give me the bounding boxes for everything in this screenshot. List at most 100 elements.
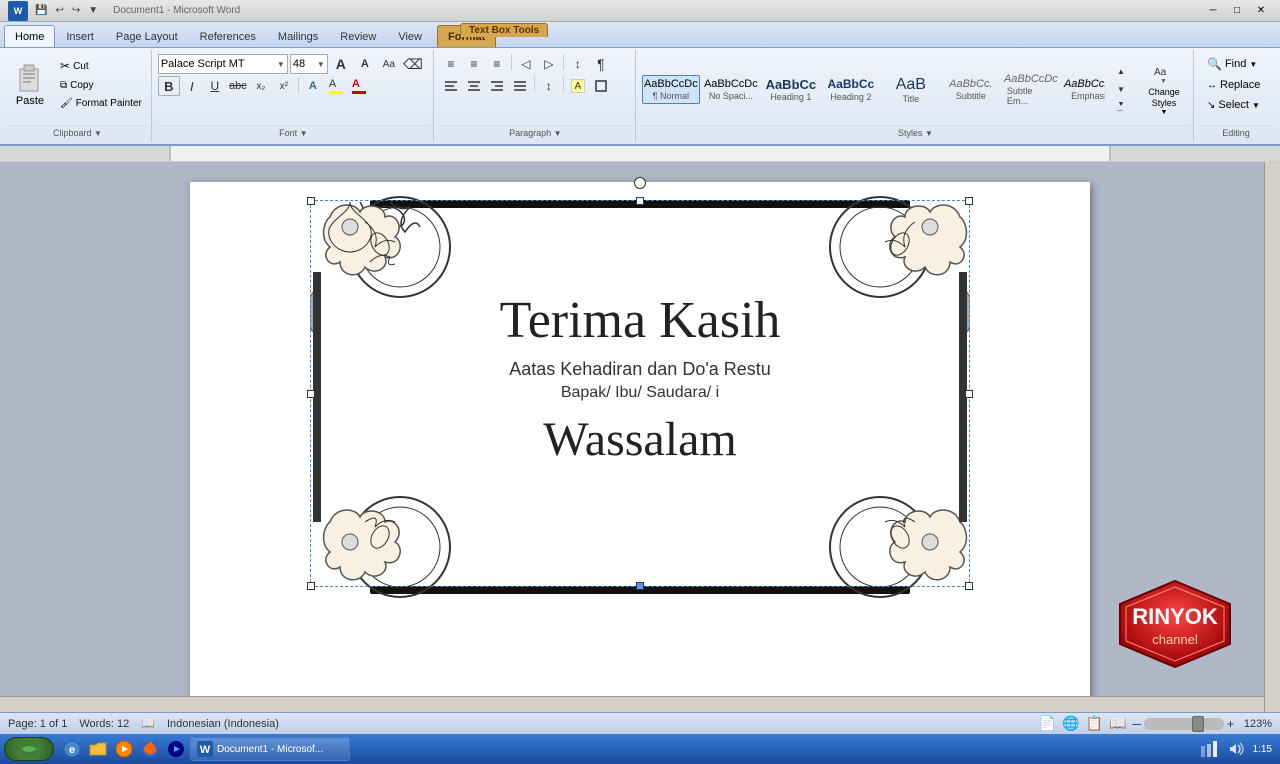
superscript-button[interactable]: x² [273,76,295,96]
taskbar-firefox-icon[interactable] [138,737,162,761]
style-subtle-emphasis[interactable]: AaBbCcDc Subtle Em... [1002,70,1060,109]
clipboard-group-label[interactable]: Clipboard ▼ [8,125,147,140]
zoom-control: ─ + 123% [1132,717,1272,731]
taskbar-wmp-icon[interactable] [164,737,188,761]
align-right-button[interactable] [486,76,508,96]
underline-button[interactable]: U [204,76,226,96]
border-button[interactable] [590,76,612,96]
font-group-label[interactable]: Font ▼ [158,125,429,140]
view-reading-icon[interactable]: 📖 [1109,715,1126,732]
tab-view[interactable]: View [387,25,433,47]
separator [563,76,564,92]
customize-icon[interactable]: ▼ [85,4,101,17]
tab-review[interactable]: Review [329,25,387,47]
justify-button[interactable] [509,76,531,96]
decrease-font-size-button[interactable]: A [354,54,376,74]
app-icon: W [8,1,28,21]
zoom-out-button[interactable]: ─ [1132,717,1141,731]
select-label: Select [1218,99,1249,111]
card-subtitle2: Bapak/ Ibu/ Saudara/ i [210,384,1070,402]
cut-button[interactable]: ✂ Cut [55,56,147,76]
spell-check-icon[interactable]: 📖 [141,717,155,730]
find-button[interactable]: 🔍 Find ▼ [1200,54,1264,74]
tab-insert[interactable]: Insert [55,25,105,47]
taskbar-media-icon[interactable] [112,737,136,761]
minimize-button[interactable]: ─ [1202,2,1224,20]
styles-scroll-up-button[interactable]: ▲ [1110,63,1132,81]
tab-references[interactable]: References [189,25,267,47]
save-icon[interactable]: 💾 [32,4,50,17]
subscript-button[interactable]: x₂ [250,76,272,96]
increase-indent-button[interactable]: ▷ [538,54,560,74]
ie-icon: e [62,739,82,759]
window-controls: ─ □ ✕ [1202,2,1272,20]
start-button[interactable] [4,737,54,761]
show-hide-button[interactable]: ¶ [590,54,612,74]
style-heading2[interactable]: AaBbCc Heading 2 [822,74,880,104]
line-spacing-button[interactable]: ↕ [538,76,560,96]
multilevel-list-button[interactable]: ≡ [486,54,508,74]
font-color-button[interactable]: A [348,76,370,96]
sort-button[interactable]: ↕ [567,54,589,74]
tab-mailings[interactable]: Mailings [267,25,329,47]
text-effects-button[interactable]: A [302,76,324,96]
align-center-button[interactable] [463,76,485,96]
bold-button[interactable]: B [158,76,180,96]
styles-scroll-down-button[interactable]: ▼ [1110,81,1132,99]
style-normal[interactable]: AaBbCcDc ¶ Normal [642,75,700,104]
zoom-in-button[interactable]: + [1227,717,1234,731]
taskbar-clock[interactable]: 1:15 [1253,743,1272,756]
view-normal-icon[interactable]: 📄 [1039,715,1056,732]
taskbar-folder-icon[interactable] [86,737,110,761]
font-size-select[interactable]: 48 ▼ [290,54,328,74]
clock-time: 1:15 [1253,743,1272,756]
shading-button[interactable]: A [567,76,589,96]
format-painter-button[interactable]: 🖌 Format Painter [55,95,147,112]
tab-home[interactable]: Home [4,25,55,47]
redo-icon[interactable]: ↪ [69,4,83,17]
volume-icon [1228,740,1246,758]
style-title[interactable]: AaB Title [882,72,940,107]
zoom-thumb[interactable] [1192,716,1204,732]
close-button[interactable]: ✕ [1250,2,1272,20]
increase-font-size-button[interactable]: A [330,54,352,74]
vertical-scrollbar[interactable] [1264,162,1280,712]
replace-button[interactable]: ↔ Replace [1200,76,1267,94]
align-left-button[interactable] [440,76,462,96]
taskbar-ie-icon[interactable]: e [60,737,84,761]
paragraph-group-label[interactable]: Paragraph ▼ [440,125,631,140]
style-no-spacing[interactable]: AaBbCcDc No Spaci... [702,75,760,104]
handle-rotate[interactable] [634,177,646,189]
strikethrough-button[interactable]: abc [227,76,249,96]
numbered-list-button[interactable]: ≡ [463,54,485,74]
tab-page-layout[interactable]: Page Layout [105,25,189,47]
highlight-button[interactable]: A [325,76,347,96]
taskbar-word-task[interactable]: W Document1 - Microsof... [190,737,350,761]
highlight-icon: A [329,79,343,94]
italic-button[interactable]: I [181,76,203,96]
select-button[interactable]: ↘ Select ▼ [1200,96,1267,114]
zoom-slider[interactable] [1144,718,1224,730]
view-web-icon[interactable]: 🌐 [1062,715,1079,732]
font-name-select[interactable]: Palace Script MT ▼ [158,54,288,74]
taskbar-volume-icon[interactable] [1225,737,1249,761]
style-emphasis[interactable]: AaBbCcDc Emphasis [1062,75,1105,104]
change-case-button[interactable]: Aa [378,54,400,74]
style-heading1[interactable]: AaBbCc Heading 1 [762,74,820,106]
undo-icon[interactable]: ↩ [52,4,66,17]
svg-text:▼: ▼ [1160,78,1167,85]
clear-formatting-button[interactable]: ⌫ [402,54,424,74]
taskbar-network-icon[interactable] [1197,737,1221,761]
maximize-button[interactable]: □ [1226,2,1248,20]
bullet-list-button[interactable]: ≡ [440,54,462,74]
horizontal-scrollbar[interactable] [0,696,1264,712]
language-display[interactable]: Indonesian (Indonesia) [167,718,279,730]
decrease-indent-button[interactable]: ◁ [515,54,537,74]
styles-group-label[interactable]: Styles ▼ [642,125,1189,140]
styles-more-button[interactable]: ▼─ [1110,99,1132,117]
style-subtitle[interactable]: AaBbCc. Subtitle [942,75,1000,104]
copy-button[interactable]: ⧉ Copy [55,77,147,94]
view-print-icon[interactable]: 📋 [1086,715,1103,732]
paste-button[interactable]: Paste [8,54,52,114]
change-styles-button[interactable]: Aa ▼ ChangeStyles ▼ [1139,58,1189,121]
